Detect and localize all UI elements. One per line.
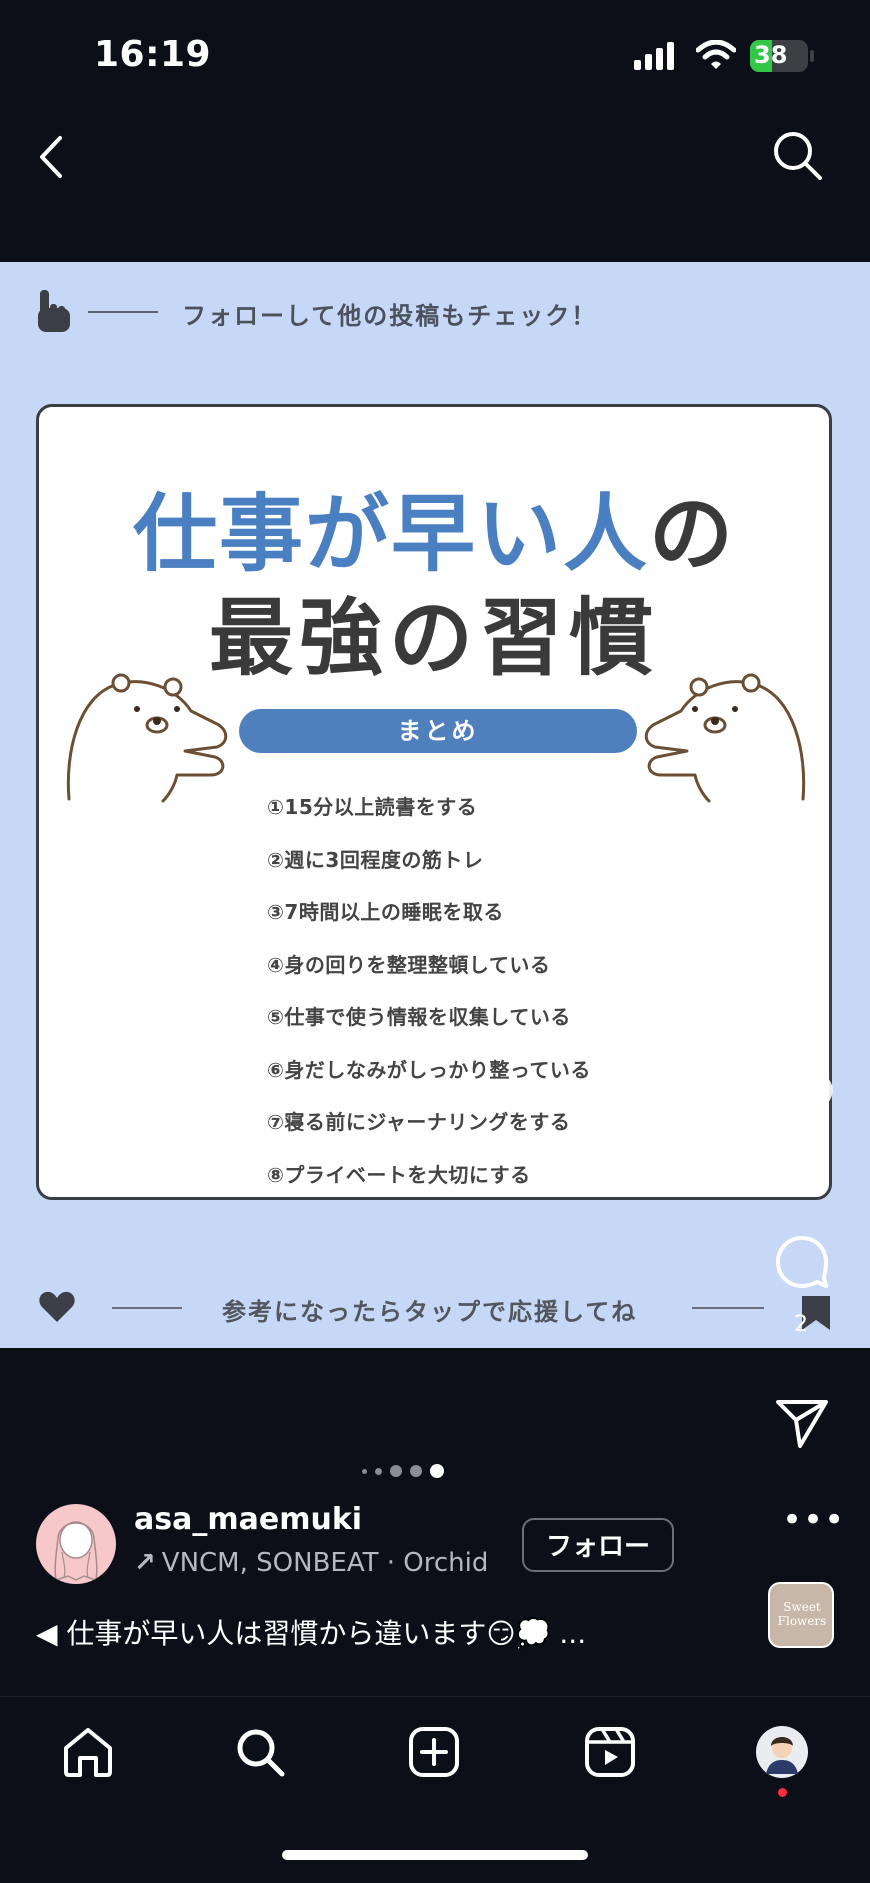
carousel-dot xyxy=(362,1468,367,1474)
summary-card: 仕事が早い人の 最強の習慣 まとめ ①15分以上読書をする ②週に3回程度の筋ト… xyxy=(36,404,832,1200)
habit-item: ⑧プライベートを大切にする xyxy=(267,1162,531,1187)
music-label: VNCM, SONBEAT · Orchid xyxy=(161,1548,489,1578)
cellular-signal-icon xyxy=(634,42,674,70)
music-info[interactable]: ↗ VNCM, SONBEAT · Orchid xyxy=(134,1548,488,1578)
profile-avatar[interactable] xyxy=(754,1724,810,1780)
habit-item: ③7時間以上の睡眠を取る xyxy=(267,900,504,924)
habit-item: ①15分以上読書をする xyxy=(267,795,478,819)
reels-icon[interactable] xyxy=(582,1724,638,1780)
trending-arrow-icon: ↗ xyxy=(134,1548,156,1578)
wifi-icon xyxy=(696,40,736,69)
divider-line xyxy=(112,1307,182,1309)
follow-button[interactable]: フォロー xyxy=(522,1518,674,1572)
home-indicator xyxy=(282,1850,588,1860)
habit-list: ①15分以上読書をする ②週に3回程度の筋トレ ③7時間以上の睡眠を取る ④身の… xyxy=(267,781,591,1201)
search-icon[interactable] xyxy=(232,1724,288,1780)
divider-line xyxy=(692,1307,764,1309)
avatar-illustration xyxy=(54,1521,98,1581)
carousel-dot xyxy=(375,1467,382,1475)
author-avatar[interactable] xyxy=(36,1504,116,1584)
heart-outline-icon[interactable] xyxy=(768,1072,834,1132)
audio-thumbnail[interactable]: Sweet Flowers xyxy=(768,1582,834,1648)
summary-pill: まとめ xyxy=(239,709,637,753)
habit-item: ⑦寝る前にジャーナリングをする xyxy=(267,1110,571,1134)
bear-illustration-right xyxy=(644,673,806,803)
chevron-left-icon[interactable] xyxy=(36,132,66,182)
notification-dot xyxy=(778,1788,787,1797)
habit-item: ④身の回りを整理整頓している xyxy=(267,952,551,977)
battery-level: 38 xyxy=(754,41,788,69)
title-blue-2: 人 xyxy=(562,485,649,583)
post-caption[interactable]: ◀ 仕事が早い人は習慣から違います😏💭 ... xyxy=(36,1612,586,1652)
habit-item: ②週に3回程度の筋トレ xyxy=(267,847,484,872)
heart-icon xyxy=(39,1291,75,1322)
carousel-indicator xyxy=(362,1464,444,1478)
author-username[interactable]: asa_maemuki xyxy=(134,1502,362,1537)
comment-icon[interactable] xyxy=(774,1234,830,1290)
carousel-dot xyxy=(410,1465,422,1477)
divider-line xyxy=(88,311,158,313)
comment-count[interactable]: 2 xyxy=(794,1312,808,1337)
habit-item: ⑤仕事で使う情報を収集している xyxy=(267,1005,571,1029)
more-options-icon[interactable]: ••• xyxy=(782,1500,845,1540)
status-time: 16:19 xyxy=(94,34,212,75)
habit-item: ⑥身だしなみがしっかり整っている xyxy=(267,1057,591,1082)
home-icon[interactable] xyxy=(60,1724,116,1780)
carousel-dot xyxy=(430,1464,444,1478)
support-cta-text: 参考になったらタップで応援してね xyxy=(222,1298,638,1326)
battery-charging-icon: 38 xyxy=(750,40,814,72)
title-line-1: 仕事が早い人の xyxy=(39,467,829,588)
audio-thumb-label: Sweet Flowers xyxy=(777,1600,827,1628)
title-dark-1: の xyxy=(649,485,736,583)
paper-plane-icon[interactable] xyxy=(774,1398,830,1450)
carousel-dot xyxy=(390,1465,402,1477)
search-icon[interactable] xyxy=(770,128,826,184)
create-icon[interactable] xyxy=(406,1724,462,1780)
pointing-hand-icon xyxy=(38,290,70,332)
like-count[interactable]: い xyxy=(762,1150,814,1182)
post-image[interactable]: フォローして他の投稿もチェック！ 仕事が早い人の 最強の習慣 まとめ ①15分以… xyxy=(0,262,870,1348)
follow-cta-text: フォローして他の投稿もチェック！ xyxy=(182,302,598,330)
title-blue-1: 仕事が早い xyxy=(132,485,563,583)
bear-illustration-left xyxy=(66,673,228,803)
